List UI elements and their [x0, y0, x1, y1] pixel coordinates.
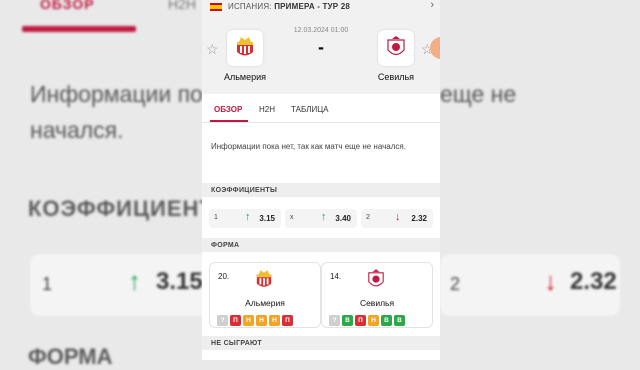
bg-odd-card-away: 2 ↓ 2.32 — [440, 254, 620, 316]
match-header: 12.03.2024 01:00 - ☆ Альмерия ☆ Севилья — [202, 15, 440, 94]
odd-away-button[interactable]: 2 ↓ 2.32 — [361, 209, 433, 228]
form-chip[interactable]: П — [230, 315, 241, 326]
odd-draw-button[interactable]: x ↑ 3.40 — [285, 209, 357, 228]
arrow-up-icon: ↑ — [245, 211, 251, 223]
form-chip[interactable]: Н — [256, 315, 267, 326]
away-form-team-name: Севилья — [359, 298, 395, 308]
spain-flag-icon — [210, 3, 222, 11]
form-chip[interactable]: В — [394, 315, 405, 326]
bg-info-text-right: еще не — [440, 81, 517, 107]
home-team-logo[interactable] — [227, 30, 263, 66]
section-absent-header: НЕ СЫГРАЮТ — [202, 336, 440, 350]
odds-row: 1 ↑ 3.15 x ↑ 3.40 2 ↓ 2.32 — [202, 204, 440, 233]
odd-value: 3.40 — [335, 214, 351, 223]
bg-odd-value: 3.15 — [156, 268, 203, 295]
bg-tab-h2h: Н2Н — [168, 0, 197, 12]
away-form-chips: ? В П Н В В — [329, 309, 407, 327]
form-card-away[interactable]: 14. Севилья ? В П Н В В — [321, 262, 433, 328]
form-card-home[interactable]: 20. Альмерия ? П Н Н Н П — [209, 262, 321, 328]
tab-active-indicator — [210, 120, 248, 122]
away-table-position: 14. — [330, 272, 342, 281]
form-chip[interactable]: Н — [368, 315, 379, 326]
form-chip[interactable]: Н — [269, 315, 280, 326]
match-detail-panel: ИСПАНИЯ: ПРИМЕРА - ТУР 28 › 12.03.2024 0… — [202, 0, 440, 360]
home-team-name[interactable]: Альмерия — [210, 72, 280, 82]
almeria-crest-icon — [237, 37, 253, 56]
bg-odd-key: 1 — [42, 274, 53, 294]
form-chip[interactable]: ? — [217, 315, 228, 326]
form-chip[interactable]: В — [381, 315, 392, 326]
home-form-chips: ? П Н Н Н П — [217, 309, 295, 327]
odd-key: 2 — [366, 214, 370, 221]
bg-section-form: ФОРМА — [28, 344, 113, 369]
odd-key: x — [290, 214, 294, 221]
bg-tab-underline — [22, 26, 136, 32]
home-form-team-name: Альмерия — [245, 298, 285, 308]
home-table-position: 20. — [218, 272, 230, 281]
info-message: Информации пока нет, так как матч еще не… — [211, 142, 406, 151]
form-chip[interactable]: Н — [243, 315, 254, 326]
tab-overview[interactable]: ОБЗОР — [214, 105, 242, 114]
odd-value: 3.15 — [259, 214, 275, 223]
match-tabs: ОБЗОР H2H ТАБЛИЦА — [202, 94, 440, 123]
bg-odd-key: 2 — [450, 274, 461, 294]
arrow-up-icon: ↑ — [128, 266, 141, 296]
form-chip[interactable]: ? — [329, 315, 340, 326]
arrow-up-icon: ↑ — [321, 211, 327, 223]
form-chip[interactable]: П — [355, 315, 366, 326]
league-label: ИСПАНИЯ: ПРИМЕРА - ТУР 28 — [228, 2, 351, 11]
arrow-down-icon: ↓ — [395, 211, 401, 223]
form-row: 20. Альмерия ? П Н Н Н П 14. Севилья ? В… — [202, 252, 440, 330]
almeria-crest-icon — [256, 270, 272, 287]
bg-odd-value: 2.32 — [570, 268, 617, 295]
away-team-logo[interactable] — [378, 30, 414, 66]
sevilla-crest-icon — [387, 36, 405, 56]
sevilla-crest-icon — [368, 269, 384, 287]
bg-tab-overview: ОБЗОР — [40, 0, 95, 12]
form-chip[interactable]: В — [342, 315, 353, 326]
league-bar[interactable]: ИСПАНИЯ: ПРИМЕРА - ТУР 28 › — [202, 0, 440, 15]
odd-value: 2.32 — [411, 214, 427, 223]
bg-info-text: Информации по начался. — [30, 81, 203, 143]
tab-table[interactable]: ТАБЛИЦА — [291, 105, 328, 114]
odd-key: 1 — [214, 214, 218, 221]
tab-h2h[interactable]: H2H — [259, 105, 275, 114]
chevron-right-icon[interactable]: › — [430, 0, 434, 11]
arrow-down-icon: ↓ — [544, 266, 557, 296]
info-block: Информации пока нет, так как матч еще не… — [202, 129, 440, 181]
away-team-name[interactable]: Севилья — [361, 72, 431, 82]
odd-home-button[interactable]: 1 ↑ 3.15 — [209, 209, 281, 228]
section-odds-header: КОЭФФИЦИЕНТЫ — [202, 183, 440, 197]
favorite-home-star-icon[interactable]: ☆ — [206, 41, 219, 58]
section-form-header: ФОРМА — [202, 238, 440, 252]
bg-odd-card-home: 1 ↑ 3.15 — [30, 254, 210, 316]
form-chip[interactable]: П — [282, 315, 293, 326]
